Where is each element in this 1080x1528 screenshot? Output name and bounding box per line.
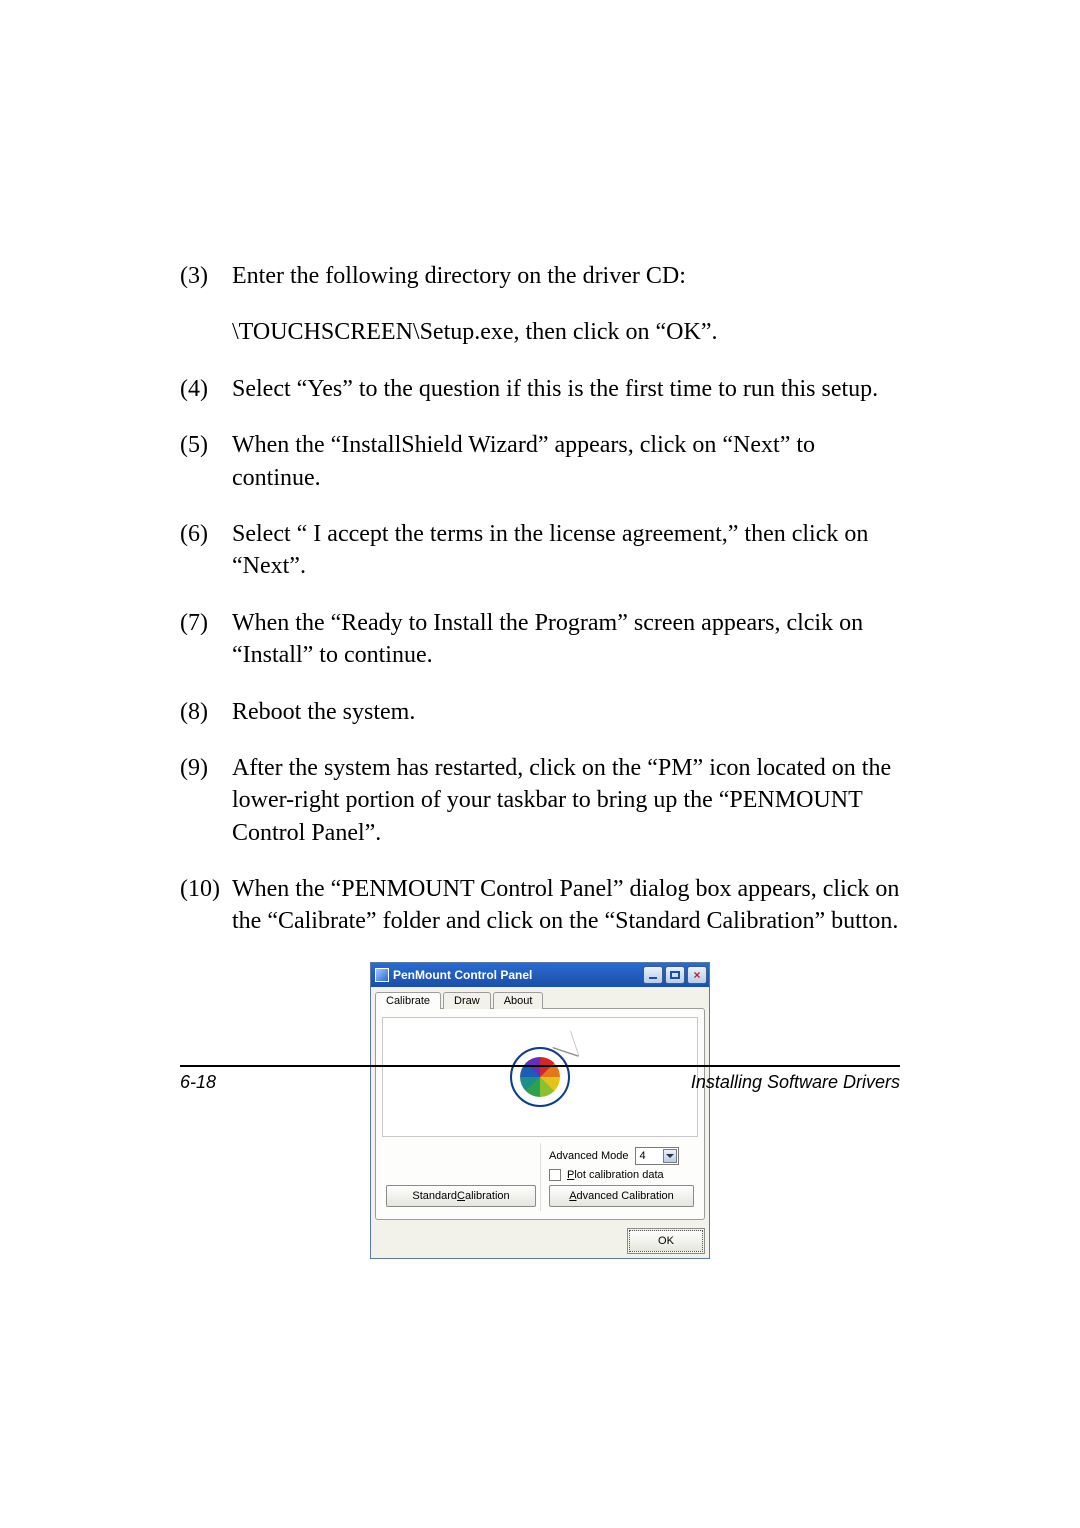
step-4: (4) Select “Yes” to the question if this… <box>180 373 900 405</box>
btn-label-post: dvanced Calibration <box>577 1190 674 1202</box>
standard-calibration-button[interactable]: Standard Calibration <box>386 1185 536 1207</box>
step-5: (5) When the “InstallShield Wizard” appe… <box>180 429 900 494</box>
close-icon: × <box>693 969 700 981</box>
step-text: Select “ I accept the terms in the licen… <box>232 518 900 583</box>
maximize-button[interactable] <box>665 966 685 984</box>
step-8: (8) Reboot the system. <box>180 696 900 728</box>
plot-label: Plot calibration data <box>567 1169 664 1181</box>
tab-calibrate[interactable]: Calibrate <box>375 992 441 1009</box>
step-9: (9) After the system has restarted, clic… <box>180 752 900 849</box>
step-number: (9) <box>180 752 232 849</box>
step-text: After the system has restarted, click on… <box>232 752 900 849</box>
app-icon <box>375 968 389 982</box>
step-number: (7) <box>180 607 232 672</box>
btn-accel: A <box>569 1190 576 1202</box>
instruction-list: (3) Enter the following directory on the… <box>180 260 900 938</box>
step-number: (3) <box>180 260 232 292</box>
window-body: Calibrate Draw About Standard Calibratio… <box>371 987 709 1258</box>
page-number: 6-18 <box>180 1072 216 1093</box>
maximize-icon <box>670 971 680 979</box>
dialog-footer: OK <box>371 1224 709 1258</box>
advanced-mode-label: Advanced Mode <box>549 1150 629 1162</box>
titlebar[interactable]: PenMount Control Panel × <box>371 963 709 987</box>
step-6: (6) Select “ I accept the terms in the l… <box>180 518 900 583</box>
minimize-button[interactable] <box>643 966 663 984</box>
close-button[interactable]: × <box>687 966 707 984</box>
btn-accel: C <box>457 1190 465 1202</box>
tab-draw[interactable]: Draw <box>443 992 491 1009</box>
step-number: (6) <box>180 518 232 583</box>
chevron-down-icon <box>663 1149 677 1163</box>
page-footer: 6-18 Installing Software Drivers <box>180 1072 900 1093</box>
step-text: When the “Ready to Install the Program” … <box>232 607 900 672</box>
right-column: Advanced Mode 4 Plot calibration data <box>540 1143 698 1211</box>
step-7: (7) When the “Ready to Install the Progr… <box>180 607 900 672</box>
step-text: When the “InstallShield Wizard” appears,… <box>232 429 900 494</box>
btn-label-post: alibration <box>465 1190 510 1202</box>
tab-panel-calibrate: Standard Calibration Advanced Mode 4 <box>375 1008 705 1220</box>
advanced-mode-select[interactable]: 4 <box>635 1147 679 1165</box>
embedded-screenshot: PenMount Control Panel × Calibrate Draw … <box>180 962 900 1259</box>
advanced-mode-row: Advanced Mode 4 <box>549 1147 694 1165</box>
advanced-mode-value: 4 <box>640 1150 646 1162</box>
step-10: (10) When the “PENMOUNT Control Panel” d… <box>180 873 900 938</box>
checkbox-icon <box>549 1169 561 1181</box>
plot-label-post: lot calibration data <box>574 1169 663 1181</box>
step-text: Enter the following directory on the dri… <box>232 260 900 292</box>
tab-strip: Calibrate Draw About <box>371 987 709 1008</box>
advanced-calibration-button[interactable]: Advanced Calibration <box>549 1185 694 1207</box>
ok-button[interactable]: OK <box>629 1230 703 1252</box>
window-title: PenMount Control Panel <box>393 968 641 982</box>
penmount-window: PenMount Control Panel × Calibrate Draw … <box>370 962 710 1259</box>
tab-about[interactable]: About <box>493 992 544 1009</box>
plot-checkbox-row[interactable]: Plot calibration data <box>549 1169 694 1181</box>
document-page: (3) Enter the following directory on the… <box>0 0 1080 1528</box>
step-number: (10) <box>180 873 232 938</box>
step-3-subline: \TOUCHSCREEN\Setup.exe, then click on “O… <box>232 316 900 348</box>
step-text: Select “Yes” to the question if this is … <box>232 373 900 405</box>
step-number: (4) <box>180 373 232 405</box>
step-3: (3) Enter the following directory on the… <box>180 260 900 292</box>
step-number: (8) <box>180 696 232 728</box>
step-number: (5) <box>180 429 232 494</box>
minimize-icon <box>649 977 657 979</box>
btn-label-pre: Standard <box>412 1190 457 1202</box>
step-text: When the “PENMOUNT Control Panel” dialog… <box>232 873 900 938</box>
calibration-columns: Standard Calibration Advanced Mode 4 <box>382 1143 698 1211</box>
left-column: Standard Calibration <box>382 1143 540 1211</box>
step-text: Reboot the system. <box>232 696 900 728</box>
footer-rule <box>180 1065 900 1067</box>
section-title: Installing Software Drivers <box>691 1072 900 1093</box>
